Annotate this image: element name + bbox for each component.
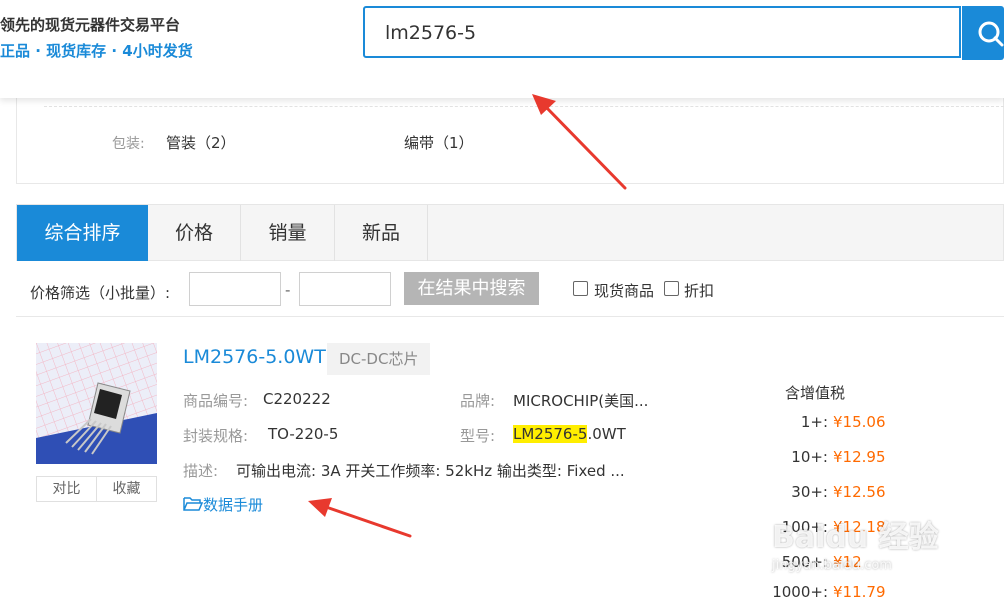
package-option-tape[interactable]: 编带（1） <box>404 132 474 153</box>
site-header: 领先的现货元器件交易平台 正品 · 现货库存 · 4小时发货 <box>0 0 1004 98</box>
package-option-tube[interactable]: 管装（2） <box>166 132 236 153</box>
watermark-url: jingyan.baidu.com <box>772 558 892 573</box>
folder-icon <box>183 497 204 511</box>
brand-label: 品牌: <box>460 392 496 410</box>
watermark: Baidu 经验 <box>772 520 939 555</box>
search-button[interactable] <box>962 6 1004 60</box>
in-stock-checkbox[interactable] <box>573 281 588 296</box>
arrow-to-datasheet <box>308 498 412 538</box>
price-filter-label: 价格筛选（小批量）: <box>30 284 171 302</box>
favorite-button[interactable]: 收藏 <box>97 476 157 502</box>
site-slogan: 正品 · 现货库存 · 4小时发货 <box>0 42 193 60</box>
brand-value[interactable]: MICROCHIP(美国... <box>513 390 648 411</box>
model-suffix: .0WT <box>587 425 626 443</box>
price-max-input[interactable] <box>299 272 391 306</box>
tier-qty: 30+: <box>791 483 828 501</box>
tier-qty: 10+: <box>791 448 828 466</box>
tier-price: ¥12.95 <box>833 448 886 466</box>
tier-qty: 1000+: <box>772 583 828 601</box>
product-code-value: C220222 <box>263 390 331 408</box>
search-box[interactable] <box>363 6 961 58</box>
tab-comprehensive-sort[interactable]: 综合排序 <box>17 205 148 261</box>
in-stock-label[interactable]: 现货商品 <box>594 280 654 301</box>
datasheet-link-label[interactable]: 数据手册 <box>203 496 263 514</box>
package-spec-label: 封装规格: <box>183 427 249 445</box>
tab-sales[interactable]: 销量 <box>241 205 335 261</box>
tier-price: ¥11.79 <box>833 583 886 601</box>
filter-divider <box>44 106 1004 107</box>
datasheet-link[interactable]: 数据手册 <box>183 494 263 515</box>
tab-new[interactable]: 新品 <box>335 205 428 261</box>
site-tagline: 领先的现货元器件交易平台 <box>0 16 181 34</box>
model-highlight: LM2576-5 <box>513 425 588 443</box>
package-spec-value: TO-220-5 <box>268 425 339 443</box>
description-value: 可输出电流: 3A 开关工作频率: 52kHz 输出类型: Fixed ... <box>236 462 625 480</box>
price-min-input[interactable] <box>189 272 281 306</box>
model-value: LM2576-5.0WT <box>513 425 626 443</box>
category-badge[interactable]: DC-DC芯片 <box>327 343 431 375</box>
product-code-label: 商品编号: <box>183 392 249 410</box>
compare-button[interactable]: 对比 <box>36 476 97 502</box>
price-separator: - <box>285 281 291 299</box>
tier-price: ¥12.56 <box>833 483 886 501</box>
tab-price[interactable]: 价格 <box>148 205 241 261</box>
description-label: 描述: <box>183 462 219 480</box>
tier-qty: 1+: <box>800 413 828 431</box>
discount-checkbox[interactable] <box>664 281 679 296</box>
tax-included-label: 含增值税 <box>785 384 846 402</box>
product-image[interactable] <box>36 343 157 464</box>
search-icon <box>978 21 1004 47</box>
search-input[interactable] <box>383 21 947 45</box>
package-filter-label: 包装: <box>112 136 145 152</box>
search-in-results-button[interactable]: 在结果中搜索 <box>404 272 539 305</box>
discount-label[interactable]: 折扣 <box>684 280 714 301</box>
product-title-link[interactable]: LM2576-5.0WT <box>183 346 326 368</box>
sort-bar: 综合排序 价格 销量 新品 <box>16 204 1004 261</box>
model-label: 型号: <box>460 427 496 445</box>
tier-price: ¥15.06 <box>833 413 886 431</box>
